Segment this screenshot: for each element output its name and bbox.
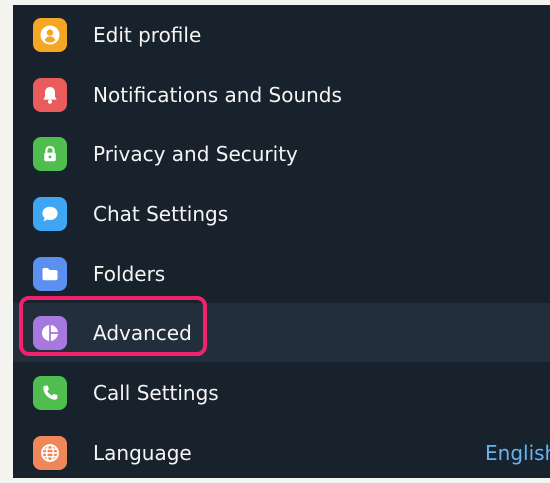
menu-item-privacy-and-security[interactable]: Privacy and Security: [13, 124, 550, 183]
phone-icon: [33, 375, 67, 410]
person-icon: [33, 17, 67, 52]
language-value: English: [485, 440, 550, 465]
menu-item-call-settings[interactable]: Call Settings: [13, 363, 550, 422]
menu-item-advanced[interactable]: Advanced: [13, 303, 550, 362]
menu-item-folders[interactable]: Folders: [13, 244, 550, 303]
menu-item-label: Edit profile: [93, 22, 202, 47]
pie-chart-icon: [33, 315, 67, 350]
settings-menu: Edit profile Notifications and Sounds Pr…: [13, 5, 550, 478]
folder-icon: [33, 256, 67, 291]
chat-bubble-icon: [33, 196, 67, 231]
menu-item-notifications-and-sounds[interactable]: Notifications and Sounds: [13, 65, 550, 124]
menu-item-label: Language: [93, 440, 192, 465]
menu-item-label: Chat Settings: [93, 201, 229, 226]
menu-item-label: Folders: [93, 261, 166, 286]
bell-icon: [33, 77, 67, 112]
menu-item-language[interactable]: Language English: [13, 423, 550, 478]
menu-item-label: Call Settings: [93, 380, 219, 405]
menu-item-label: Notifications and Sounds: [93, 82, 342, 107]
menu-item-label: Privacy and Security: [93, 141, 298, 166]
globe-icon: [33, 435, 67, 470]
lock-icon: [33, 136, 67, 171]
menu-item-label: Advanced: [93, 320, 192, 345]
menu-item-chat-settings[interactable]: Chat Settings: [13, 184, 550, 243]
menu-item-edit-profile[interactable]: Edit profile: [13, 5, 550, 64]
